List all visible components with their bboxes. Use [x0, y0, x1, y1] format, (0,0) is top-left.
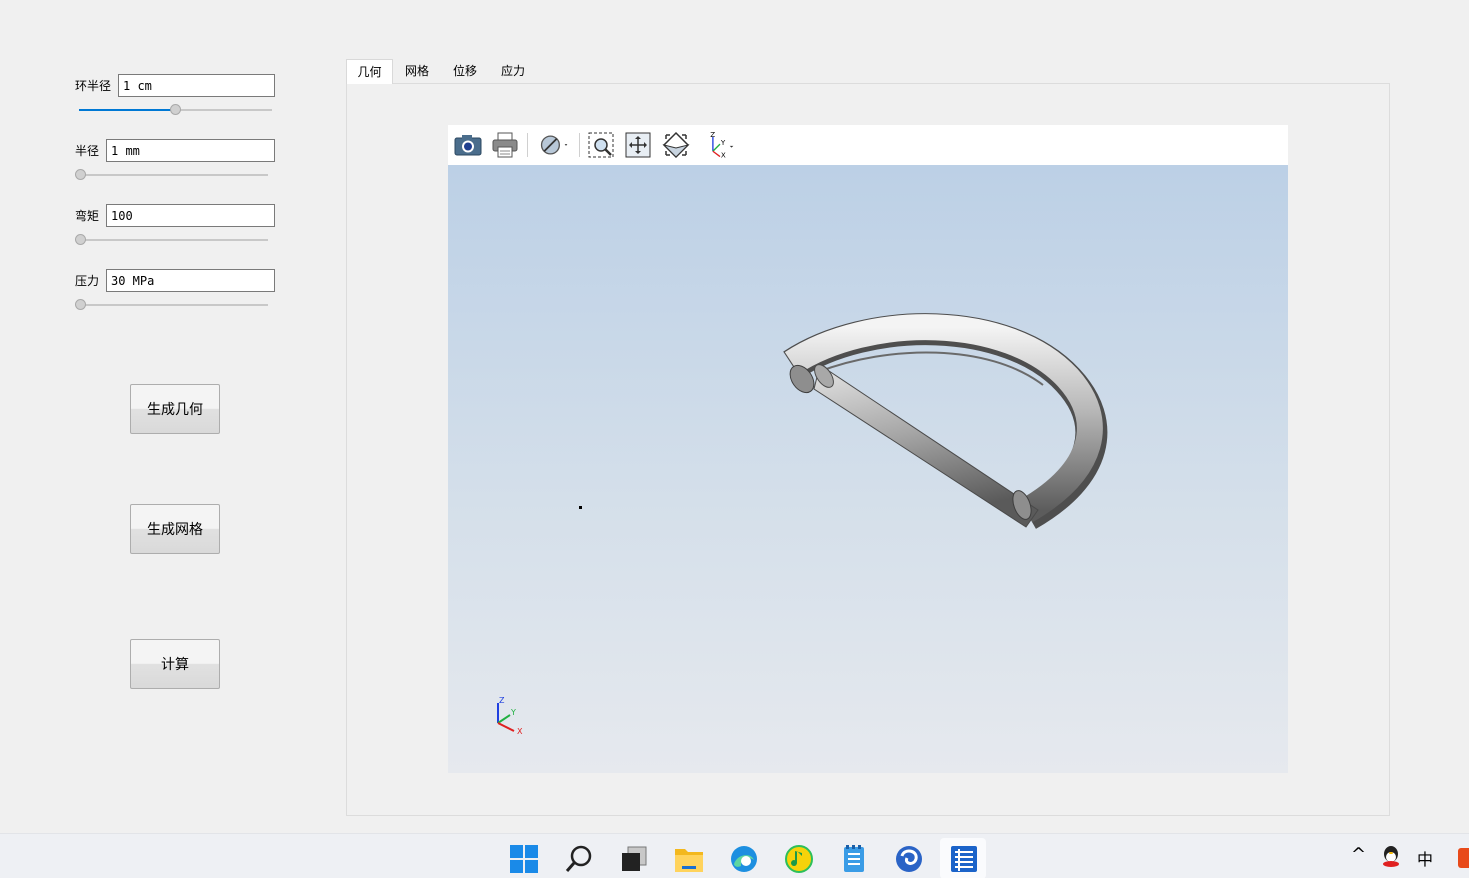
- tab-displacement[interactable]: 位移: [442, 59, 488, 84]
- bending-moment-slider[interactable]: [75, 234, 268, 246]
- slider-handle[interactable]: [75, 234, 86, 245]
- bending-moment-input[interactable]: [106, 204, 275, 227]
- axis-y-label: Y: [510, 708, 516, 717]
- 3d-viewer: ZYX Z Y X: [448, 125, 1288, 773]
- radius-input[interactable]: [106, 139, 275, 162]
- 3d-viewport[interactable]: Z Y X: [448, 165, 1288, 773]
- tab-stress[interactable]: 应力: [490, 59, 536, 84]
- ring-radius-slider[interactable]: [79, 104, 272, 116]
- search-icon[interactable]: [562, 842, 596, 876]
- slider-groove: [79, 174, 268, 176]
- slider-handle[interactable]: [75, 299, 86, 310]
- active-app-icon[interactable]: [947, 842, 981, 876]
- svg-text:X: X: [721, 150, 726, 159]
- axis-z-label: Z: [499, 696, 505, 705]
- ring-radius-input[interactable]: [118, 74, 275, 97]
- ring-model-render: [579, 313, 1108, 529]
- toolbar-separator: [579, 133, 580, 157]
- file-explorer-icon[interactable]: [672, 842, 706, 876]
- print-icon[interactable]: [489, 129, 521, 161]
- origin-point: [579, 506, 582, 509]
- tab-mesh[interactable]: 网格: [394, 59, 440, 84]
- ring-arc: [784, 314, 1103, 523]
- view-iso-icon[interactable]: [660, 129, 692, 161]
- generate-mesh-button[interactable]: 生成网格: [130, 504, 220, 554]
- notepad-icon[interactable]: [837, 842, 871, 876]
- toolbar-separator: [527, 133, 528, 157]
- radius-slider[interactable]: [75, 169, 268, 181]
- task-view-icon[interactable]: [617, 842, 651, 876]
- tab-geometry[interactable]: 几何: [346, 59, 393, 84]
- slider-handle[interactable]: [75, 169, 86, 180]
- windows-start-icon[interactable]: [507, 842, 541, 876]
- straight-rod: [813, 364, 1039, 528]
- radius-label: 半径: [75, 144, 100, 158]
- ime-indicator[interactable]: 中: [1417, 846, 1433, 870]
- taskbar: ^ 中: [0, 833, 1469, 878]
- clip-plane-icon[interactable]: [538, 129, 570, 161]
- fit-all-icon[interactable]: [622, 129, 654, 161]
- svg-text:Z: Z: [710, 130, 715, 139]
- app-swirl-icon[interactable]: [892, 842, 926, 876]
- pressure-slider[interactable]: [75, 299, 268, 311]
- ring-radius-label: 环半径: [75, 79, 112, 93]
- qq-music-icon[interactable]: [782, 842, 816, 876]
- slider-fill: [79, 109, 175, 111]
- slider-groove: [79, 239, 268, 241]
- tray-chevron-icon[interactable]: ^: [1351, 844, 1366, 865]
- qq-tray-icon[interactable]: [1381, 844, 1401, 872]
- zoom-box-icon[interactable]: [585, 129, 617, 161]
- notification-edge-icon[interactable]: [1458, 848, 1469, 868]
- viewer-toolbar: ZYX: [448, 125, 1288, 165]
- axis-triad: Z Y X: [497, 696, 523, 736]
- axes-orientation-icon[interactable]: ZYX: [704, 129, 736, 161]
- camera-icon[interactable]: [452, 129, 484, 161]
- axis-x-label: X: [517, 727, 523, 736]
- bending-moment-label: 弯矩: [75, 209, 100, 223]
- slider-handle[interactable]: [170, 104, 181, 115]
- compute-button[interactable]: 计算: [130, 639, 220, 689]
- generate-geometry-button[interactable]: 生成几何: [130, 384, 220, 434]
- svg-text:Y: Y: [720, 138, 726, 147]
- pressure-label: 压力: [75, 274, 100, 288]
- slider-groove: [79, 304, 268, 306]
- edge-browser-icon[interactable]: [727, 842, 761, 876]
- pressure-input[interactable]: [106, 269, 275, 292]
